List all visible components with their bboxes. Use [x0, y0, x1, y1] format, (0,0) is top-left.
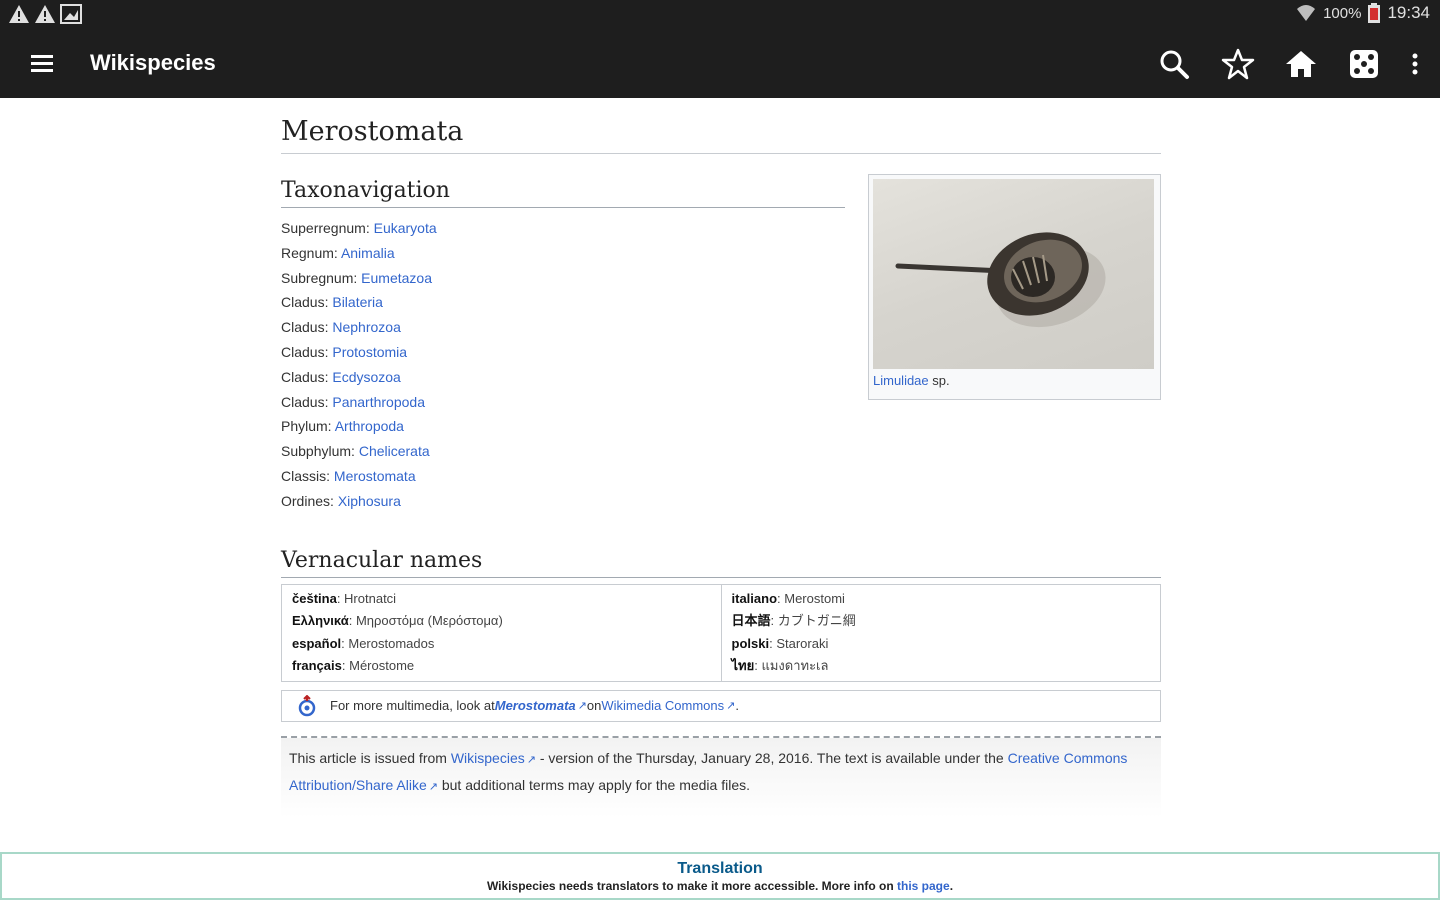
system-status: 100% 19:34 [1295, 3, 1430, 23]
warning-icon [9, 5, 29, 23]
external-link-icon: ↗ [526, 753, 536, 766]
language-name: polski [731, 635, 770, 651]
search-icon[interactable] [1156, 46, 1192, 82]
external-link-icon: ↗ [726, 700, 736, 713]
vernacular-name: แมงดาทะเล [761, 658, 829, 674]
wikimedia-commons-icon [298, 694, 316, 716]
taxon-link[interactable]: Ecdysozoa [332, 369, 400, 385]
taxon-rank: Cladus: [281, 343, 329, 360]
vernacular-name: カブトガニ綱 [777, 613, 856, 629]
taxon-rank: Ordines: [281, 492, 334, 509]
commons-category-link[interactable]: Merostomata [495, 698, 576, 713]
taxon-link[interactable]: Arthropoda [335, 418, 404, 434]
taxon-rank: Cladus: [281, 319, 329, 336]
vernacular-row: Ελληνικά: Μηροστόμα (Μερόστομα) [292, 613, 503, 629]
language-name: italiano [731, 590, 778, 606]
taxon-rank: Regnum: [281, 244, 338, 261]
taxon-link[interactable]: Protostomia [332, 344, 407, 360]
language-name: Ελληνικά [292, 613, 349, 629]
article-content: Merostomata Taxonavigation Superregnum: … [281, 98, 1161, 818]
taxon-rank: Phylum: [281, 418, 332, 435]
language-name: čeština [292, 590, 337, 606]
taxon-link[interactable]: Nephrozoa [332, 319, 401, 335]
external-link-icon: ↗ [428, 780, 438, 793]
taxon-row: Phylum: Arthropoda [281, 414, 1161, 439]
battery-icon [1368, 3, 1381, 23]
license-footer: This article is issued from Wikispecies ↗… [281, 735, 1161, 818]
taxon-row: Subphylum: Chelicerata [281, 439, 1161, 464]
vernacular-name: Hrotnatci [344, 590, 397, 606]
vernacular-name: Mérostome [349, 658, 415, 674]
taxon-link[interactable]: Bilateria [332, 294, 383, 310]
taxon-rank: Subregnum: [281, 269, 358, 286]
taxon-link[interactable]: Chelicerata [359, 443, 430, 459]
app-bar: Wikispecies [0, 30, 1440, 98]
language-name: français [292, 658, 342, 674]
vernacular-name: Staroraki [776, 635, 829, 651]
taxon-link[interactable]: Eumetazoa [361, 270, 432, 286]
language-name: ไทย [731, 658, 755, 674]
vernacular-table: čeština: Hrotnatci Ελληνικά: Μηροστόμα (Μ… [281, 583, 1161, 682]
status-bar: 100% 19:34 [0, 0, 1440, 30]
wikimedia-commons-link[interactable]: Wikimedia Commons [601, 698, 724, 713]
horseshoe-crab-illustration [895, 232, 1106, 328]
taxonavigation-section: Taxonavigation Superregnum: Eukaryota Reg… [281, 174, 1161, 514]
vernacular-section: Vernacular names čeština: Hrotnatci Ελλην… [281, 548, 1161, 682]
taxon-row: Classis: Merostomata [281, 464, 1161, 489]
taxon-link[interactable]: Eukaryota [374, 220, 437, 236]
taxon-rank: Cladus: [281, 294, 329, 311]
vernacular-row: français: Mérostome [292, 658, 415, 674]
horseshoe-crab-image[interactable] [873, 179, 1154, 369]
banner-text: Wikispecies needs translators to make it… [486, 879, 954, 893]
clock: 19:34 [1387, 3, 1430, 22]
taxon-link[interactable]: Merostomata [334, 468, 416, 484]
caption-link[interactable]: Limulidae [873, 373, 929, 388]
star-icon[interactable] [1220, 46, 1256, 82]
vernacular-column-right: italiano: Merostomi 日本語: カブトガニ綱 polski: St… [720, 584, 1161, 681]
vernacular-row: ไทย: แมงดาทะเล [731, 658, 829, 674]
taxonavigation-heading: Taxonavigation [281, 178, 845, 208]
vernacular-name: Merostomados [348, 635, 435, 651]
taxon-link[interactable]: Panarthropoda [332, 394, 425, 410]
page-title: Merostomata [281, 116, 1161, 154]
image-caption: Limulidae sp. [873, 373, 950, 388]
banner-title: Translation [677, 860, 763, 877]
random-dice-icon[interactable] [1346, 46, 1382, 82]
taxon-rank: Superregnum: [281, 220, 370, 236]
vernacular-column-left: čeština: Hrotnatci Ελληνικά: Μηροστόμα (Μ… [282, 585, 721, 681]
translation-banner: Translation Wikispecies needs translator… [0, 852, 1440, 900]
taxon-rank: Classis: [281, 467, 331, 484]
battery-percent: 100% [1323, 4, 1362, 22]
wifi-icon [1297, 5, 1316, 21]
home-icon[interactable] [1283, 46, 1319, 82]
language-name: 日本語 [731, 613, 771, 629]
vernacular-row: italiano: Merostomi [731, 590, 845, 606]
vernacular-name: Merostomi [784, 590, 845, 606]
vernacular-heading: Vernacular names [281, 548, 1161, 578]
species-image-frame: Limulidae sp. [868, 174, 1161, 400]
taxon-rank: Cladus: [281, 393, 329, 410]
vernacular-row: 日本語: カブトガニ綱 [731, 613, 856, 629]
banner-info-link[interactable]: this page [897, 879, 950, 893]
taxon-rank: Cladus: [281, 368, 329, 385]
warning-icon [35, 5, 55, 23]
gallery-icon [60, 4, 82, 24]
taxon-link[interactable]: Animalia [341, 245, 395, 261]
hamburger-menu-icon[interactable] [26, 48, 58, 80]
taxon-row: Ordines: Xiphosura [281, 489, 1161, 514]
vernacular-row: polski: Staroraki [731, 635, 829, 651]
commons-box: For more multimedia, look at Merostomata… [281, 689, 1161, 722]
overflow-menu-icon[interactable] [1397, 46, 1433, 82]
language-name: español [292, 635, 342, 651]
vernacular-name: Μηροστόμα (Μερόστομα) [355, 613, 503, 629]
external-link-icon: ↗ [577, 700, 587, 713]
vernacular-row: español: Merostomados [292, 635, 435, 651]
taxon-rank: Subphylum: [281, 443, 355, 460]
notification-icons [8, 4, 82, 24]
vernacular-row: čeština: Hrotnatci [292, 590, 397, 606]
wikispecies-source-link[interactable]: Wikispecies [451, 750, 525, 766]
app-title: Wikispecies [90, 50, 216, 75]
taxon-link[interactable]: Xiphosura [338, 493, 401, 509]
